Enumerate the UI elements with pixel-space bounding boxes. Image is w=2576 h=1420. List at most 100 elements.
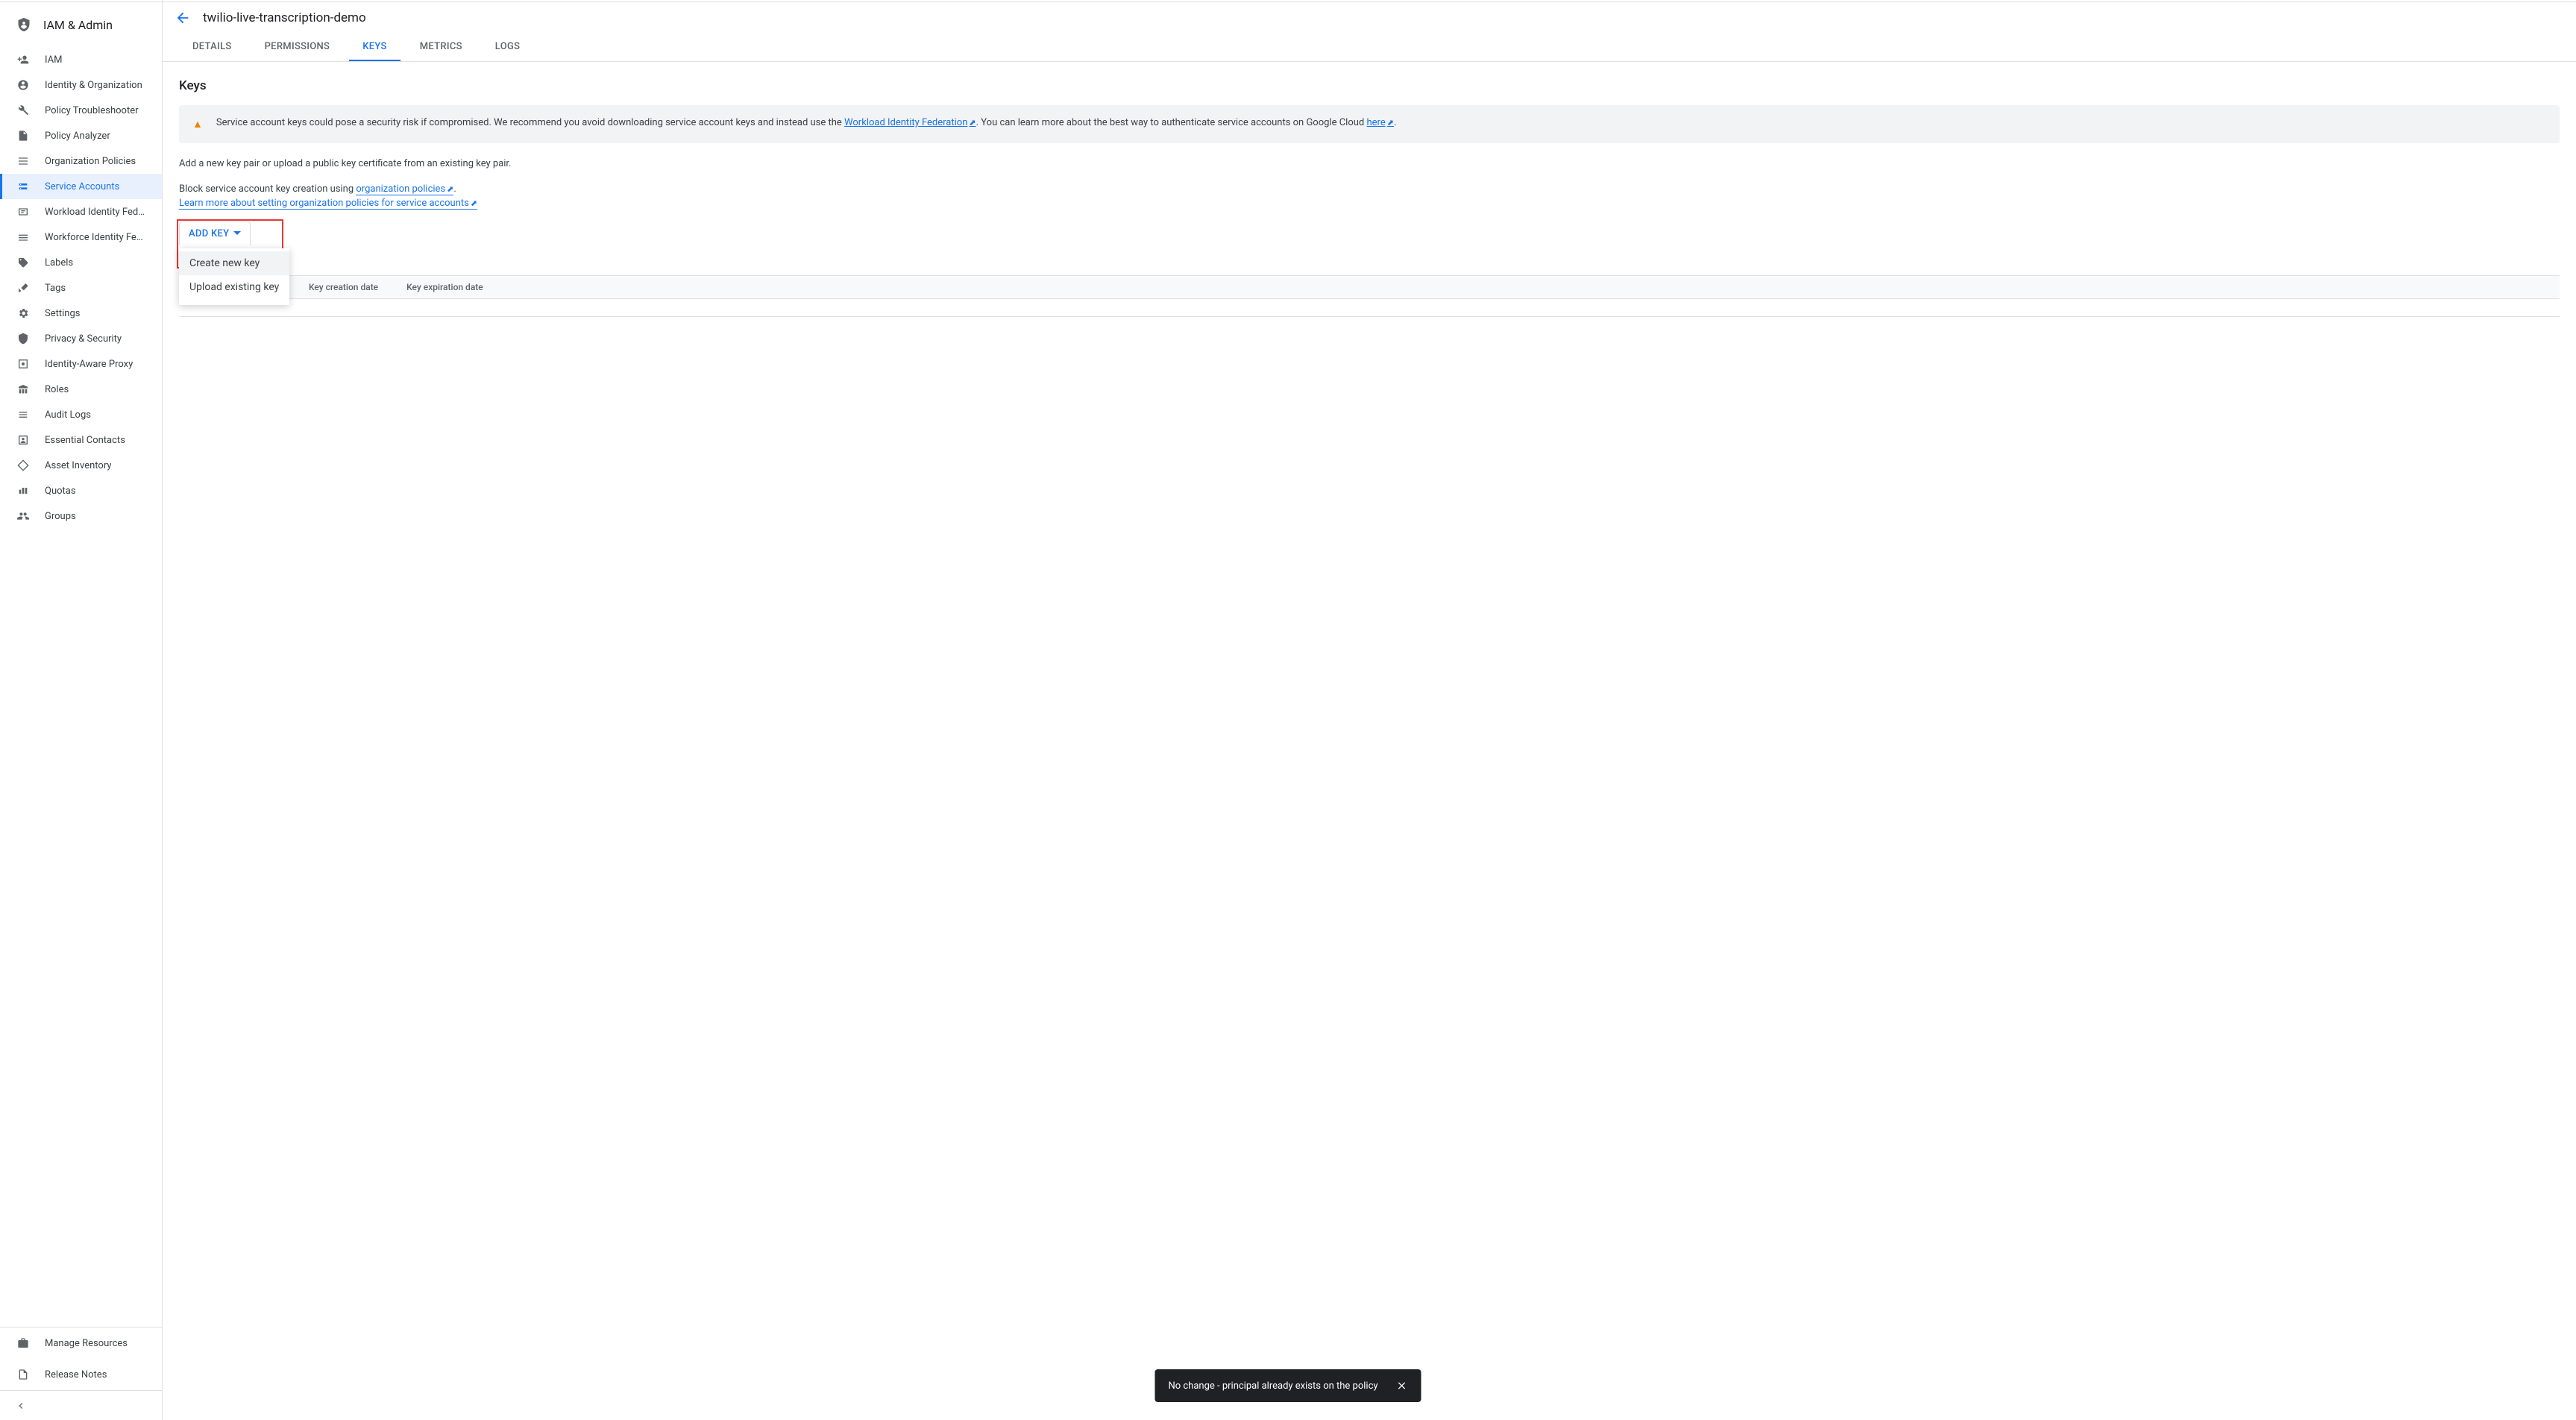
tab-metrics[interactable]: METRICS <box>406 34 476 61</box>
sidebar-item-label: Service Accounts <box>45 181 119 192</box>
roles-icon <box>16 383 30 395</box>
sidebar-item-label: Groups <box>45 511 76 522</box>
contacts-icon <box>16 434 30 446</box>
sidebar-item-label: IAM <box>45 54 62 66</box>
sidebar-header: IAM & Admin <box>0 2 162 47</box>
gear-icon <box>16 307 30 319</box>
sidebar-item-release-notes[interactable]: Release Notes <box>0 1359 162 1390</box>
account-circle-icon <box>16 79 30 91</box>
list-box-icon <box>16 155 30 167</box>
sidebar-nav: IAM Identity & Organization Policy Trouble… <box>0 47 162 529</box>
sidebar-item-roles[interactable]: Roles <box>0 377 162 402</box>
intro-text: Add a new key pair or upload a public ke… <box>179 157 2560 172</box>
sidebar-item-label: Organization Policies <box>45 156 136 167</box>
sidebar-item-identity-organization[interactable]: Identity & Organization <box>0 72 162 98</box>
groups-icon <box>16 510 30 522</box>
tab-permissions[interactable]: PERMISSIONS <box>251 34 344 61</box>
external-link-icon: ⬈ <box>969 118 976 128</box>
sidebar-item-identity-aware-proxy[interactable]: Identity-Aware Proxy <box>0 351 162 377</box>
sidebar-item-label: Tags <box>45 283 66 294</box>
sidebar-item-label: Roles <box>45 384 69 395</box>
warning-banner: ▲ Service account keys could pose a secu… <box>179 105 2560 143</box>
sidebar-item-service-accounts[interactable]: Service Accounts <box>0 174 162 199</box>
sidebar-item-label: Policy Analyzer <box>45 131 110 142</box>
bar-icon <box>16 485 30 497</box>
tab-logs[interactable]: LOGS <box>482 34 534 61</box>
external-link-icon: ⬈ <box>1387 118 1394 128</box>
external-link-icon: ⬈ <box>447 184 453 194</box>
sidebar-item-groups[interactable]: Groups <box>0 503 162 529</box>
table-col-expiration: Key expiration date <box>396 276 494 298</box>
sidebar-item-label: Release Notes <box>45 1369 107 1380</box>
sidebar-item-asset-inventory[interactable]: Asset Inventory <box>0 453 162 478</box>
page-header: twilio-live-transcription-demo <box>163 2 2576 34</box>
toast: No change - principal already exists on … <box>1155 1369 1421 1402</box>
iap-icon <box>16 358 30 370</box>
banner-text: Service account keys could pose a securi… <box>216 116 1397 131</box>
diamond-icon <box>16 459 30 471</box>
sidebar-item-quotas[interactable]: Quotas <box>0 478 162 503</box>
sidebar-item-label: Policy Troubleshooter <box>45 105 139 116</box>
sidebar-item-label: Workforce Identity Federa... <box>45 232 147 243</box>
sidebar-item-label: Essential Contacts <box>45 435 125 446</box>
external-link-icon: ⬈ <box>471 198 477 208</box>
org-policies-link[interactable]: organization policies⬈ <box>356 183 453 195</box>
add-key-button[interactable]: ADD KEY <box>179 222 251 245</box>
wrench-icon <box>16 104 30 116</box>
warning-icon: ▲ <box>192 116 203 133</box>
sidebar-item-policy-analyzer[interactable]: Policy Analyzer <box>0 123 162 148</box>
sidebar-item-label: Labels <box>45 257 73 268</box>
sidebar-item-workforce-identity-federa-[interactable]: Workforce Identity Federa... <box>0 224 162 250</box>
here-link[interactable]: here⬈ <box>1366 117 1393 128</box>
sidebar-item-essential-contacts[interactable]: Essential Contacts <box>0 427 162 453</box>
wif-link[interactable]: Workload Identity Federation⬈ <box>844 117 976 128</box>
iam-shield-icon <box>16 16 31 34</box>
sidebar-item-label: Asset Inventory <box>45 460 111 471</box>
sidebar-item-privacy-security[interactable]: Privacy & Security <box>0 326 162 351</box>
chevron-left-icon <box>15 1400 27 1412</box>
sidebar-item-tags[interactable]: Tags <box>0 275 162 301</box>
doc-list-icon <box>16 130 30 142</box>
tabs: DETAILSPERMISSIONSKEYSMETRICSLOGS <box>163 34 2576 62</box>
bag-icon <box>16 1337 30 1349</box>
sidebar-item-settings[interactable]: Settings <box>0 301 162 326</box>
sidebar-item-policy-troubleshooter[interactable]: Policy Troubleshooter <box>0 98 162 123</box>
dropdown-item-upload[interactable]: Upload existing key <box>179 275 289 299</box>
sidebar-item-workload-identity-federat-[interactable]: Workload Identity Federat... <box>0 199 162 224</box>
section-title: Keys <box>179 78 2560 93</box>
tab-keys[interactable]: KEYS <box>349 34 400 61</box>
sidebar-item-audit-logs[interactable]: Audit Logs <box>0 402 162 427</box>
sidebar-item-organization-policies[interactable]: Organization Policies <box>0 148 162 174</box>
sidebar-item-manage-resources[interactable]: Manage Resources <box>0 1328 162 1359</box>
sidebar-item-labels[interactable]: Labels <box>0 250 162 275</box>
sidebar: IAM & Admin IAM Identity & Organization Po… <box>0 0 163 1420</box>
service-account-icon <box>16 180 30 192</box>
sidebar-bottom-nav: Manage Resources Release Notes <box>0 1327 162 1390</box>
dropdown-item-create[interactable]: Create new key <box>179 251 289 275</box>
sidebar-item-iam[interactable]: IAM <box>0 47 162 72</box>
list-icon <box>16 409 30 421</box>
sidebar-item-label: Audit Logs <box>45 409 91 421</box>
shield-icon <box>16 333 30 345</box>
sidebar-title: IAM & Admin <box>43 18 113 32</box>
page-title: twilio-live-transcription-demo <box>203 10 366 25</box>
wif-icon <box>16 206 30 218</box>
add-key-dropdown: Create new key Upload existing key <box>179 248 289 305</box>
learn-more-link[interactable]: Learn more about setting organization po… <box>179 198 477 210</box>
tags-icon <box>16 282 30 294</box>
toast-message: No change - principal already exists on … <box>1168 1380 1377 1392</box>
sidebar-collapse-button[interactable] <box>0 1390 162 1420</box>
back-arrow-button[interactable] <box>175 10 191 26</box>
notes-icon <box>16 1369 30 1380</box>
main-content: twilio-live-transcription-demo DETAILSPE… <box>163 0 2576 1420</box>
keys-table-header: Key creation date Key expiration date <box>179 275 2560 299</box>
sidebar-item-label: Settings <box>45 308 80 319</box>
sidebar-item-label: Identity & Organization <box>45 80 142 91</box>
sidebar-item-label: Privacy & Security <box>45 333 122 345</box>
workforce-icon <box>16 231 30 243</box>
toast-close-button[interactable] <box>1396 1380 1408 1392</box>
sidebar-item-label: Quotas <box>45 486 76 497</box>
sidebar-item-label: Identity-Aware Proxy <box>45 359 133 370</box>
tab-details[interactable]: DETAILS <box>179 34 245 61</box>
sidebar-item-label: Workload Identity Federat... <box>45 207 147 218</box>
